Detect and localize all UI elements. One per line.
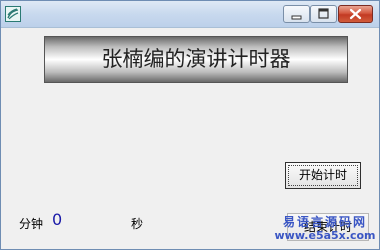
minutes-value: 0 bbox=[52, 210, 63, 229]
close-button[interactable] bbox=[338, 5, 373, 23]
watermark-title: 易语言源码网 bbox=[282, 215, 367, 229]
minutes-label: 分钟 bbox=[19, 217, 44, 231]
close-icon bbox=[349, 8, 362, 20]
minimize-icon bbox=[291, 15, 302, 20]
watermark: 易语言源码网 www.e5a5x.com bbox=[271, 215, 379, 242]
maximize-button[interactable] bbox=[310, 5, 337, 23]
banner-title: 张楠编的演讲计时器 bbox=[44, 36, 348, 83]
minimize-button[interactable] bbox=[283, 5, 310, 23]
app-icon[interactable] bbox=[5, 6, 21, 22]
watermark-url: www.e5a5x.com bbox=[274, 229, 376, 242]
app-window: 张楠编的演讲计时器 开始计时 分钟 0 秒 结束计时 易语言源码网 www.e5… bbox=[0, 0, 380, 250]
maximize-icon bbox=[318, 8, 329, 19]
seconds-label: 秒 bbox=[131, 217, 144, 231]
title-bar[interactable] bbox=[1, 1, 379, 28]
start-timer-button[interactable]: 开始计时 bbox=[285, 162, 361, 189]
